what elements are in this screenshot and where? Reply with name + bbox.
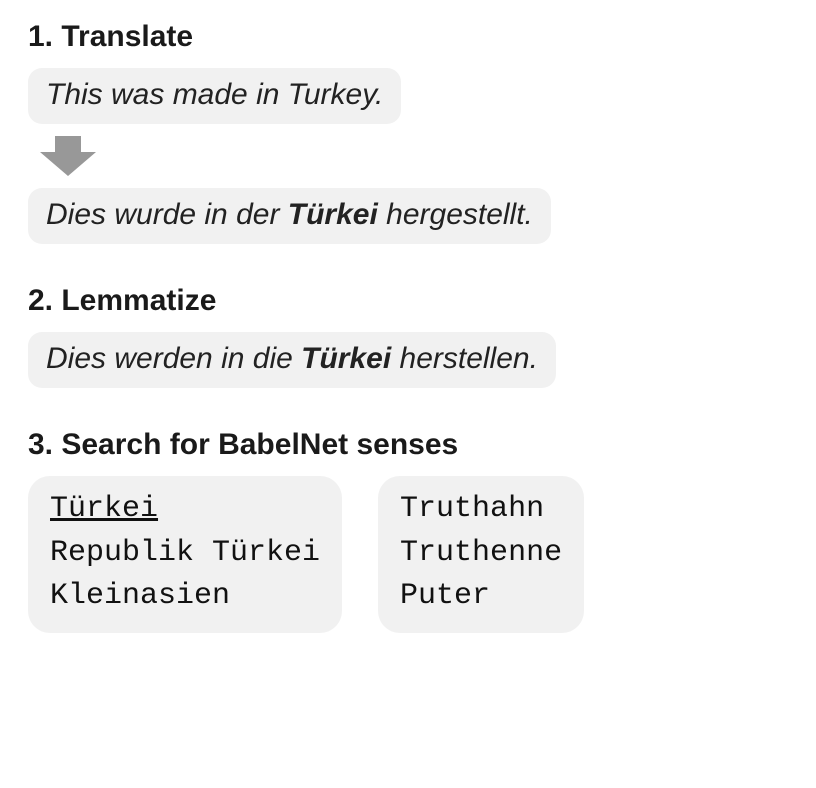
source-sentence-box: This was made in Turkey. [28, 68, 401, 124]
lemmatized-sentence-box: Dies werden in die Türkei herstellen. [28, 332, 556, 388]
heading-senses: 3. Search for BabelNet senses [28, 428, 788, 462]
arrow-down-icon [38, 134, 98, 178]
sense-item: Kleinasien [50, 575, 320, 619]
page-root: 1. Translate This was made in Turkey. Di… [0, 0, 816, 653]
heading-lemmatize: 2. Lemmatize [28, 284, 788, 318]
source-sentence-text: This was made in Turkey. [46, 78, 383, 111]
target-sentence-prefix: Dies wurde in der [46, 198, 288, 231]
target-sentence-suffix: hergestellt. [378, 198, 533, 231]
lemmatized-prefix: Dies werden in die [46, 342, 301, 375]
lemmatized-suffix: herstellen. [391, 342, 538, 375]
section-translate: 1. Translate This was made in Turkey. Di… [28, 20, 788, 244]
section-senses: 3. Search for BabelNet senses Türkei Rep… [28, 428, 788, 633]
sense-item: Republik Türkei [50, 532, 320, 576]
sense-group-a: Türkei Republik Türkei Kleinasien [28, 476, 342, 633]
sense-group-b: Truthahn Truthenne Puter [378, 476, 584, 633]
lemmatized-emph: Türkei [301, 342, 391, 375]
target-sentence-emph: Türkei [288, 198, 378, 231]
sense-item: Truthenne [400, 532, 562, 576]
section-lemmatize: 2. Lemmatize Dies werden in die Türkei h… [28, 284, 788, 388]
sense-item: Türkei [50, 488, 320, 532]
senses-row: Türkei Republik Türkei Kleinasien Trutha… [28, 476, 788, 633]
sense-item: Truthahn [400, 488, 562, 532]
arrow-wrap [38, 134, 788, 178]
heading-translate: 1. Translate [28, 20, 788, 54]
sense-item: Puter [400, 575, 562, 619]
target-sentence-box: Dies wurde in der Türkei hergestellt. [28, 188, 551, 244]
